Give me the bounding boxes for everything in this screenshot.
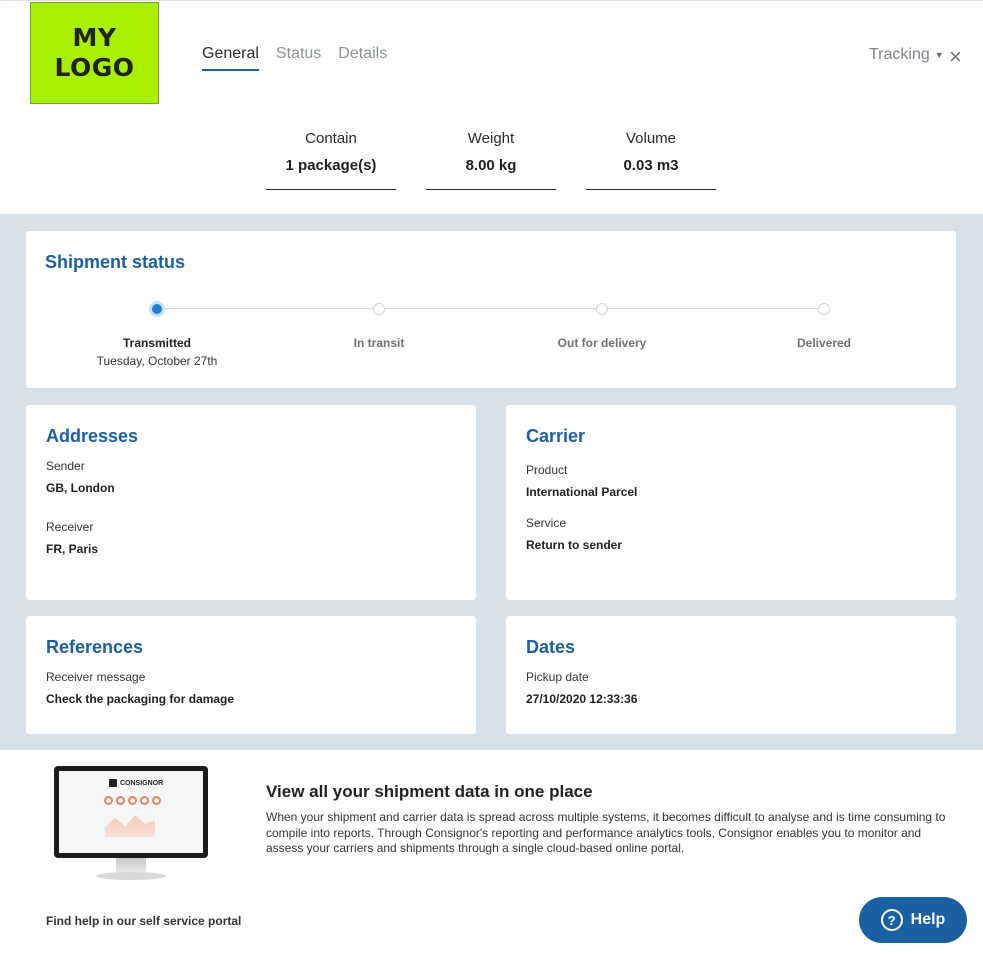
logo-line-2: LOGO [54,53,135,82]
receiver-value: FR, Paris [46,542,99,556]
step-label-in-transit: In transit [353,336,405,350]
monitor-brand: CONSIGNOR [109,779,163,787]
addresses-title: Addresses [46,426,139,446]
summary-label: Volume [625,130,677,147]
pickup-date-label: Pickup date [526,670,589,684]
monitor-base [96,872,166,880]
receiver-message-value: Check the packaging for damage [46,692,235,706]
sender-value: GB, London [46,481,115,495]
top-border [0,0,983,1]
close-icon[interactable]: × [949,45,962,69]
monitor-dashboard: CONSIGNOR [59,771,203,853]
step-dot-in-transit [373,303,385,315]
dates-title: Dates [526,637,576,657]
monitor-screen: CONSIGNOR [54,766,208,858]
carrier-card: Carrier Product International Parcel Ser… [506,405,956,600]
tab-status[interactable]: Status [276,45,321,71]
caret-down-icon: ▼ [934,50,944,60]
summary-value: 8.00 kg [465,157,517,174]
progress-track [157,308,825,309]
summary-label: Weight [467,130,515,147]
monitor-illustration: CONSIGNOR [54,766,208,884]
shipment-status-card: Shipment status Transmitted Tuesday, Oct… [26,231,956,388]
step-date-transmitted: Tuesday, October 27th [96,354,218,368]
step-label-delivered: Delivered [796,336,852,350]
summary-label: Contain [305,130,357,147]
references-title: References [46,637,144,657]
carrier-title: Carrier [526,426,586,446]
summary-value: 0.03 m3 [623,157,679,174]
product-value: International Parcel [526,485,638,499]
summary-volume: Volume 0.03 m3 [586,130,716,190]
summary-value: 1 package(s) [285,157,377,174]
pickup-date-value: 27/10/2020 12:33:36 [526,692,638,706]
help-button[interactable]: ? Help [859,897,967,943]
question-icon: ? [880,909,903,931]
receiver-message-label: Receiver message [46,670,146,684]
service-value: Return to sender [526,538,623,552]
monitor-rings [104,796,161,805]
receiver-label: Receiver [46,520,94,534]
monitor-brand-label: CONSIGNOR [120,779,164,787]
shipment-summary: Contain 1 package(s) Weight 8.00 kg Volu… [266,130,746,190]
product-label: Product [526,463,568,477]
help-button-label: Help [910,911,946,928]
step-label-out-for-delivery: Out for delivery [557,336,647,350]
company-logo: MY LOGO [30,2,159,104]
tracking-label: Tracking [869,46,930,63]
tab-general[interactable]: General [202,45,259,71]
self-service-link[interactable]: Find help in our self service portal [46,914,241,928]
logo-line-1: MY [72,23,117,52]
references-card: References Receiver message Check the pa… [26,616,476,734]
promo-text: When your shipment and carrier data is s… [266,810,946,855]
brand-icon [109,779,117,787]
monitor-neck [116,858,146,872]
addresses-card: Addresses Sender GB, London Receiver FR,… [26,405,476,600]
step-dot-transmitted [149,301,165,317]
summary-weight: Weight 8.00 kg [426,130,556,190]
step-label-transmitted: Transmitted [122,336,191,350]
step-dot-out-for-delivery [596,303,608,315]
tracking-dropdown[interactable]: Tracking ▼ [869,46,944,64]
service-label: Service [526,516,567,530]
tab-bar: General Status Details [202,45,404,71]
dates-card: Dates Pickup date 27/10/2020 12:33:36 [506,616,956,734]
shipment-status-title: Shipment status [45,252,186,272]
promo-title: View all your shipment data in one place [266,782,593,801]
tab-details[interactable]: Details [338,45,387,71]
sender-label: Sender [46,459,85,473]
step-dot-delivered [818,303,830,315]
monitor-chart [105,815,155,837]
summary-contain: Contain 1 package(s) [266,130,396,190]
